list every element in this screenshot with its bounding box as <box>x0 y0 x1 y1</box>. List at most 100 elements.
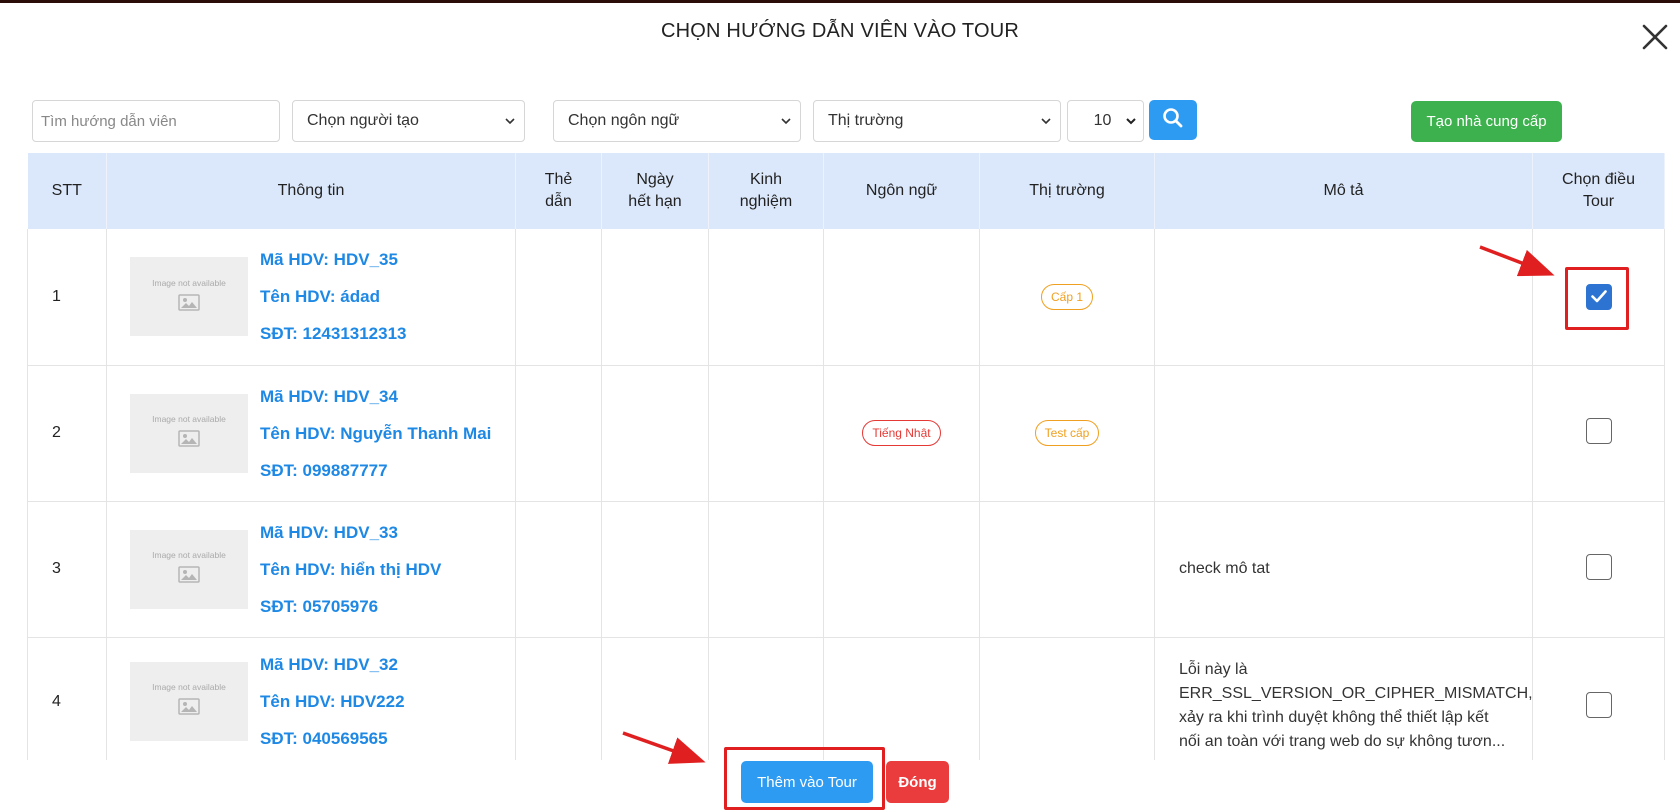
guide-search-field[interactable] <box>32 100 280 142</box>
image-icon <box>178 566 200 588</box>
header-description: Mô tả <box>1154 153 1533 229</box>
row-info: Image not available Mã HDV: HDV_33 Tên H… <box>106 501 516 638</box>
language-select[interactable]: Chọn ngôn ngữ <box>553 100 801 142</box>
guide-name: Tên HDV: HDV222 <box>260 691 405 711</box>
row-expiry <box>601 637 709 760</box>
guides-table: STT Thông tin Thẻ dẫn Ngày hết hạn Kinh … <box>27 153 1665 760</box>
row-experience <box>708 229 824 366</box>
chevron-down-icon <box>772 117 800 125</box>
modal-dialog: CHỌN HƯỚNG DẪN VIÊN VÀO TOUR Chọn người … <box>0 0 1680 810</box>
row-description <box>1154 229 1533 366</box>
header-expiry: Ngày hết hạn <box>601 153 709 229</box>
row-select <box>1532 637 1665 760</box>
guide-search-input[interactable] <box>33 101 279 141</box>
row-expiry <box>601 229 709 366</box>
table-header-row: STT Thông tin Thẻ dẫn Ngày hết hạn Kinh … <box>27 153 1665 229</box>
row-market: Test cấp <box>979 365 1155 502</box>
add-to-tour-button[interactable]: Thêm vào Tour <box>741 761 873 803</box>
guide-code: Mã HDV: HDV_32 <box>260 654 398 674</box>
market-select[interactable]: Thị trường <box>813 100 1061 142</box>
market-tag: Cấp 1 <box>1040 283 1094 310</box>
creator-select[interactable]: Chọn người tạo <box>292 100 525 142</box>
row-stt: 4 <box>27 637 107 760</box>
row-stt: 1 <box>27 229 107 366</box>
row-experience <box>708 637 824 760</box>
row-stt: 2 <box>27 365 107 502</box>
guide-phone: SĐT: 12431312313 <box>260 324 407 344</box>
market-select-label: Thị trường <box>828 112 904 129</box>
row-experience <box>708 501 824 638</box>
row-select <box>1532 365 1665 502</box>
row-select <box>1532 229 1665 366</box>
image-icon <box>178 430 200 452</box>
guide-name: Tên HDV: ádad <box>260 287 380 307</box>
row-description: check mô tat <box>1154 501 1533 638</box>
language-tag: Tiếng Nhật <box>862 420 941 446</box>
image-icon <box>178 698 200 720</box>
select-checkbox[interactable] <box>1585 691 1612 718</box>
row-card <box>515 365 602 502</box>
row-expiry <box>601 365 709 502</box>
image-icon <box>178 294 200 316</box>
row-language: Tiếng Nhật <box>823 365 980 502</box>
page-size-select[interactable]: 10 <box>1067 100 1144 142</box>
image-placeholder: Image not available <box>130 529 248 609</box>
row-description <box>1154 365 1533 502</box>
table-row: 4 Image not available Mã HDV: HDV_32 Tên… <box>27 637 1665 760</box>
row-card <box>515 229 602 366</box>
header-card: Thẻ dẫn <box>515 153 602 229</box>
header-info: Thông tin <box>106 153 516 229</box>
row-stt: 3 <box>27 501 107 638</box>
row-market <box>979 501 1155 638</box>
row-info: Image not available Mã HDV: HDV_34 Tên H… <box>106 365 516 502</box>
table-row: 2 Image not available Mã HDV: HDV_34 Tên… <box>27 365 1665 502</box>
chevron-down-icon <box>1119 117 1143 125</box>
row-language <box>823 637 980 760</box>
guide-name: Tên HDV: hiển thị HDV <box>260 559 442 579</box>
guide-phone: SĐT: 05705976 <box>260 596 379 616</box>
create-supplier-button[interactable]: Tạo nhà cung cấp <box>1411 101 1562 142</box>
guide-code: Mã HDV: HDV_33 <box>260 522 398 542</box>
select-checkbox[interactable] <box>1585 553 1612 580</box>
row-market <box>979 637 1155 760</box>
guide-code: Mã HDV: HDV_35 <box>260 250 398 270</box>
header-experience: Kinh nghiệm <box>708 153 824 229</box>
guide-code: Mã HDV: HDV_34 <box>260 386 398 406</box>
row-description: Lỗi này là ERR_SSL_VERSION_OR_CIPHER_MIS… <box>1154 637 1533 760</box>
language-select-label: Chọn ngôn ngữ <box>568 112 680 129</box>
table-row: 3 Image not available Mã HDV: HDV_33 Tên… <box>27 501 1665 638</box>
row-expiry <box>601 501 709 638</box>
modal-title: CHỌN HƯỚNG DẪN VIÊN VÀO TOUR <box>660 20 1020 42</box>
page-size-value: 10 <box>1093 112 1112 129</box>
search-icon <box>1162 107 1184 134</box>
image-placeholder: Image not available <box>130 661 248 741</box>
row-experience <box>708 365 824 502</box>
creator-select-label: Chọn người tạo <box>307 112 419 129</box>
row-language <box>823 501 980 638</box>
header-select: Chọn điều Tour <box>1532 153 1665 229</box>
row-market: Cấp 1 <box>979 229 1155 366</box>
row-card <box>515 637 602 760</box>
backdrop-strip <box>0 0 1680 3</box>
chevron-down-icon <box>496 117 524 125</box>
market-tag: Test cấp <box>1034 420 1100 446</box>
header-language: Ngôn ngữ <box>823 153 980 229</box>
header-stt: STT <box>27 153 107 229</box>
row-language <box>823 229 980 366</box>
select-checkbox[interactable] <box>1585 417 1612 444</box>
guide-phone: SĐT: 040569565 <box>260 728 388 748</box>
table-row: 1 Image not available Mã HDV: HDV_35 Tên… <box>27 229 1665 366</box>
chevron-down-icon <box>1032 117 1060 125</box>
row-info: Image not available Mã HDV: HDV_35 Tên H… <box>106 229 516 366</box>
select-checkbox[interactable] <box>1585 283 1612 310</box>
image-placeholder: Image not available <box>130 393 248 473</box>
close-button[interactable]: Đóng <box>886 761 949 803</box>
row-select <box>1532 501 1665 638</box>
image-placeholder: Image not available <box>130 257 248 337</box>
search-button[interactable] <box>1149 100 1197 140</box>
guide-name: Tên HDV: Nguyễn Thanh Mai <box>260 423 492 443</box>
guide-phone: SĐT: 099887777 <box>260 460 388 480</box>
row-card <box>515 501 602 638</box>
close-icon[interactable] <box>1638 20 1672 54</box>
header-market: Thị trường <box>979 153 1155 229</box>
